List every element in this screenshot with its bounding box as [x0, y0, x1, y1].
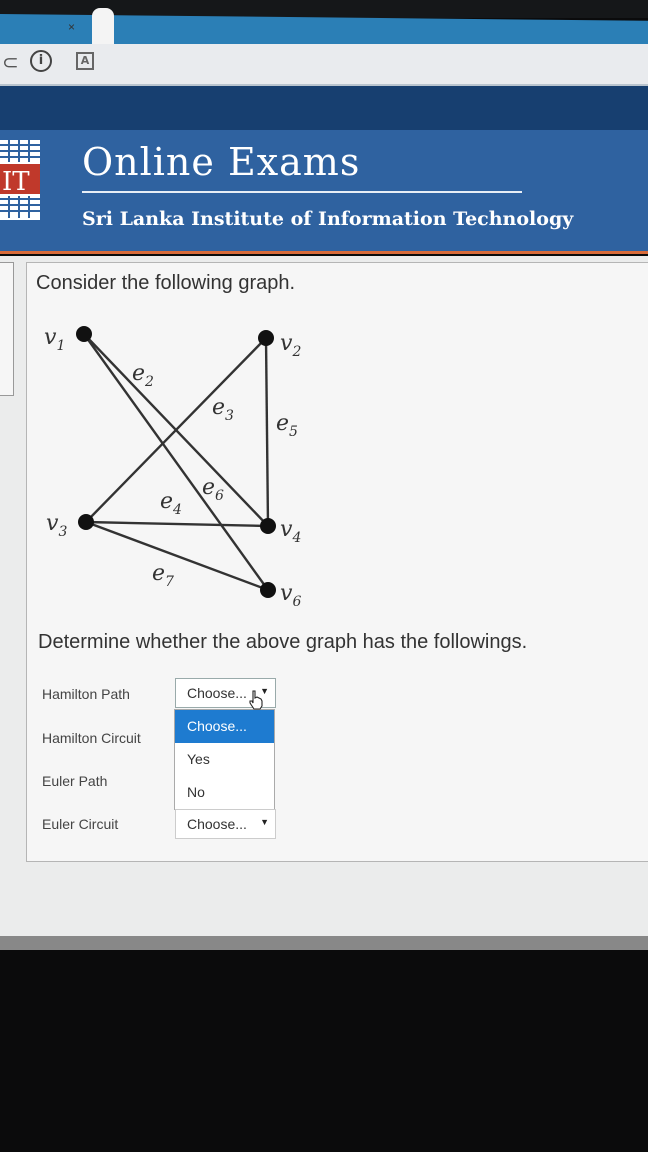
euler-circuit-select[interactable]: Choose... ▼: [175, 809, 276, 839]
hamilton-path-value: Choose...: [187, 685, 247, 701]
edge-e4: [85, 520, 269, 528]
left-nav-block: [0, 262, 14, 396]
label-e6: e6: [202, 475, 224, 504]
label-e7: e7: [152, 561, 174, 590]
label-e3: e3: [212, 395, 234, 424]
hamilton-path-options[interactable]: Choose... Yes No: [174, 709, 275, 810]
label-e4: e4: [160, 489, 182, 518]
row-label-euler-circuit: Euler Circuit: [42, 816, 119, 832]
edge-e7: [85, 520, 269, 592]
close-icon[interactable]: ×: [68, 20, 75, 34]
a-icon[interactable]: A: [76, 52, 94, 70]
label-e2: e2: [132, 361, 154, 390]
row-label-euler-path: Euler Path: [42, 773, 108, 789]
graph-figure: v1 v2 v3 v4 v6 e2 e3 e5 e4 e6 e7: [44, 325, 301, 610]
label-v1: v1: [44, 325, 65, 354]
vertex-v1: [76, 326, 92, 342]
euler-circuit-value: Choose...: [187, 816, 247, 832]
address-bar[interactable]: [0, 44, 648, 86]
option-yes[interactable]: Yes: [175, 743, 274, 776]
row-label-hamilton-path: Hamilton Path: [42, 686, 130, 702]
site-nav-band: [0, 86, 648, 132]
edge-e6: [83, 333, 269, 591]
edge-e5: [264, 337, 270, 527]
vertex-v6: [260, 582, 276, 598]
title-rule: [82, 191, 522, 193]
svg-text:IT: IT: [2, 167, 30, 197]
label-v2: v2: [280, 331, 301, 360]
label-v6: v6: [280, 581, 301, 610]
option-no[interactable]: No: [175, 776, 274, 809]
page-bottom-edge: [0, 936, 648, 950]
info-icon[interactable]: i: [30, 50, 52, 72]
site-title: Online Exams: [82, 140, 361, 184]
sliit-logo: IT: [0, 140, 40, 220]
row-label-hamilton-circuit: Hamilton Circuit: [42, 730, 141, 746]
label-v4: v4: [280, 517, 301, 546]
vertex-v4: [260, 518, 276, 534]
followup-prompt: Determine whether the above graph has th…: [38, 631, 528, 653]
vertex-v2: [258, 330, 274, 346]
vertex-v3: [78, 514, 94, 530]
label-v3: v3: [46, 511, 67, 540]
hand-cursor-icon: [249, 690, 263, 710]
reload-icon[interactable]: ⊂: [2, 50, 19, 75]
question-prompt: Consider the following graph.: [36, 272, 296, 294]
dropdown-arrow-icon: ▼: [260, 817, 269, 827]
site-subtitle: Sri Lanka Institute of Information Techn…: [82, 208, 574, 230]
option-choose[interactable]: Choose...: [175, 710, 274, 743]
label-e5: e5: [276, 411, 298, 440]
